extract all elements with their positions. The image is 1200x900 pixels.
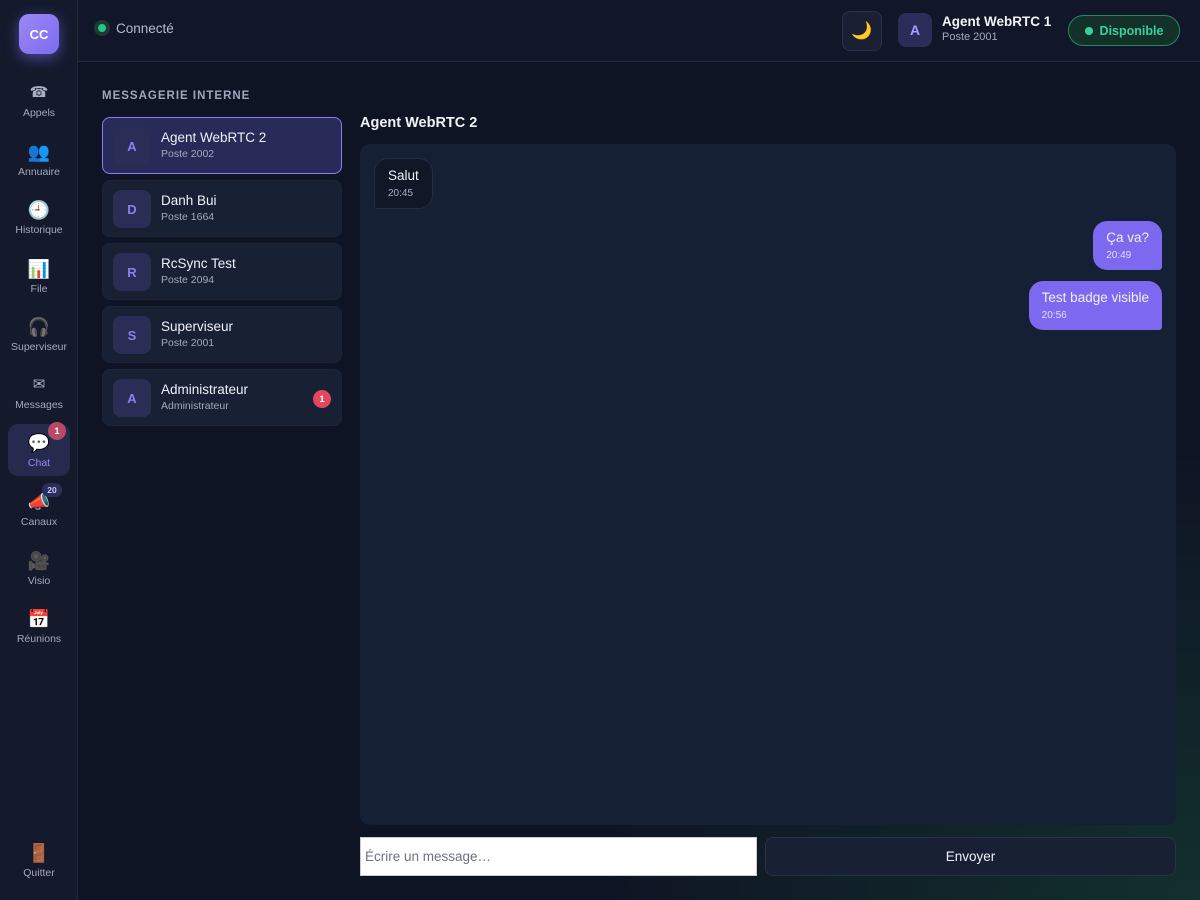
contact-name: Superviseur: [161, 319, 234, 334]
message-time: 20:56: [1041, 310, 1067, 321]
main-content: MESSAGERIE INTERNE A Agent WebRTC 2 Post…: [78, 62, 1200, 900]
sidebar-item-label: Chat: [27, 456, 51, 469]
user-extension: Poste 2001: [942, 31, 998, 43]
contact-name: Agent WebRTC 2: [161, 130, 267, 145]
availability-label: Disponible: [1099, 23, 1164, 38]
moon-icon: 🌙: [851, 21, 873, 40]
sidebar-item-historique[interactable]: 🕘 Historique: [8, 191, 70, 243]
top-bar: Connecté 🌙 A Agent WebRTC 1 Poste 2001 D…: [78, 0, 1200, 62]
message-text: Salut: [388, 168, 419, 183]
clock-icon: 🕘: [27, 199, 51, 220]
sidebar: CC ☎ Appels 👥 Annuaire 🕘 Historique 📊 Fi…: [0, 0, 78, 900]
quit-label: Quitter: [23, 866, 55, 879]
contact-name: Danh Bui: [161, 193, 217, 208]
contact-extension: Poste 2002: [161, 148, 215, 160]
sidebar-item-label: Historique: [15, 223, 63, 236]
door-icon: 🚪: [27, 842, 51, 863]
sidebar-item-label: Appels: [22, 106, 56, 119]
envelope-icon: ✉: [32, 375, 46, 393]
calendar-icon: 📅: [27, 608, 51, 629]
contact-extension: Administrateur: [161, 400, 229, 412]
status-dot-icon: [1084, 26, 1093, 35]
sidebar-item-file[interactable]: 📊 File: [8, 250, 70, 302]
sidebar-item-label: Réunions: [16, 632, 62, 645]
quit-button[interactable]: 🚪 Quitter: [8, 834, 70, 886]
section-title: MESSAGERIE INTERNE: [102, 90, 251, 102]
speech-bubble-icon: 💬: [27, 432, 51, 453]
video-camera-icon: 🎥: [27, 550, 51, 571]
sidebar-item-label: File: [30, 282, 48, 295]
contact-avatar: D: [113, 190, 151, 228]
contact-name: Administrateur: [161, 382, 249, 397]
message-time: 20:49: [1106, 250, 1132, 261]
connection-status-text: Connecté: [116, 20, 174, 36]
contacts-icon: 👥: [27, 141, 51, 162]
contact-item[interactable]: A Agent WebRTC 2 Poste 2002: [102, 117, 342, 174]
unread-badge: 1: [313, 390, 331, 408]
sidebar-item-label: Messages: [15, 398, 63, 411]
contact-item[interactable]: S Superviseur Poste 2001: [102, 306, 342, 363]
message-text: Test badge visible: [1041, 290, 1149, 305]
sidebar-item-messages[interactable]: ✉ Messages: [8, 366, 70, 418]
sidebar-item-label: Canaux: [20, 515, 58, 528]
message-text: Ça va?: [1106, 230, 1149, 245]
user-name: Agent WebRTC 1: [942, 14, 1052, 29]
sidebar-item-chat[interactable]: 1 💬 Chat: [8, 422, 70, 476]
sidebar-item-annuaire[interactable]: 👥 Annuaire: [8, 133, 70, 185]
contact-avatar: R: [113, 253, 151, 291]
send-button[interactable]: Envoyer: [765, 837, 1176, 876]
bar-chart-icon: 📊: [27, 258, 51, 279]
sidebar-item-canaux[interactable]: 20 📣 Canaux: [8, 483, 70, 535]
sidebar-item-label: Visio: [27, 574, 51, 587]
message-bubble-outgoing: Test badge visible 20:56: [1028, 281, 1162, 330]
sidebar-item-label: Annuaire: [17, 165, 61, 178]
status-dot-icon: [94, 20, 110, 36]
contact-extension: Poste 2094: [161, 274, 215, 286]
contact-avatar: A: [113, 127, 151, 165]
phone-icon: ☎: [29, 83, 49, 101]
contact-avatar: S: [113, 316, 151, 354]
contact-extension: Poste 1664: [161, 211, 215, 223]
sidebar-item-visio[interactable]: 🎥 Visio: [8, 542, 70, 594]
contact-name: RcSync Test: [161, 256, 236, 271]
message-bubble-incoming: Salut 20:45: [374, 158, 433, 209]
availability-button[interactable]: Disponible: [1068, 15, 1180, 46]
sidebar-item-reunions[interactable]: 📅 Réunions: [8, 600, 70, 652]
unread-badge: 20: [42, 483, 62, 497]
headset-icon: 🎧: [27, 316, 51, 337]
contact-extension: Poste 2001: [161, 337, 215, 349]
app-logo[interactable]: CC: [19, 14, 59, 54]
avatar: A: [898, 13, 932, 47]
theme-toggle-button[interactable]: 🌙: [842, 11, 882, 51]
message-input[interactable]: [360, 837, 757, 876]
contact-item[interactable]: A Administrateur Administrateur 1: [102, 369, 342, 426]
sidebar-item-label: Superviseur: [10, 340, 68, 353]
sidebar-item-appels[interactable]: ☎ Appels: [8, 74, 70, 126]
chat-messages-panel[interactable]: Salut 20:45 Ça va? 20:49 Test badge visi…: [360, 144, 1176, 825]
sidebar-item-superviseur[interactable]: 🎧 Superviseur: [8, 308, 70, 360]
contact-item[interactable]: R RcSync Test Poste 2094: [102, 243, 342, 300]
chat-title: Agent WebRTC 2: [360, 115, 478, 131]
message-time: 20:45: [388, 188, 414, 199]
contact-item[interactable]: D Danh Bui Poste 1664: [102, 180, 342, 237]
connection-status: Connecté: [94, 20, 174, 36]
contact-avatar: A: [113, 379, 151, 417]
message-bubble-outgoing: Ça va? 20:49: [1093, 221, 1162, 270]
unread-badge: 1: [48, 422, 66, 440]
